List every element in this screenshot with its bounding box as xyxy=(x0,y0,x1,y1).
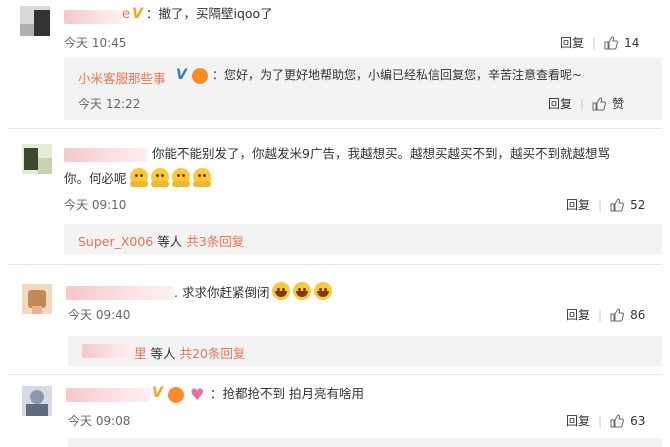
avatar[interactable] xyxy=(22,386,52,416)
comment-4: V ♥ ：抢都抢不到 拍月亮有啥用 今天 09:08 回复 | 63 xyxy=(0,374,670,447)
username-blurred[interactable] xyxy=(64,10,122,24)
comment-text-line-1: 你能不能别发了，你越发米9广告，我越想买。越想买越买不到，越买不到就越想骂 xyxy=(152,146,610,161)
comment-time: 今天 09:10 xyxy=(64,198,127,212)
username-blurred[interactable] xyxy=(64,148,148,162)
reply-button[interactable]: 回复 xyxy=(560,34,584,51)
fan-badge-icon xyxy=(192,68,208,84)
hug-emoji-icon xyxy=(192,168,211,187)
avatar[interactable] xyxy=(22,284,52,314)
comment-3: . 求求你赶紧倒闭 今天 09:40 回复 | 86 里 等人 共20条回复 xyxy=(0,264,670,376)
like-count: 52 xyxy=(630,197,646,212)
like-button[interactable]: 63 xyxy=(610,414,645,428)
more-replies-username-blurred[interactable] xyxy=(82,344,134,358)
verified-v-icon: V xyxy=(176,67,187,83)
like-count: 63 xyxy=(630,413,646,428)
comment-time: 今天 10:45 xyxy=(64,36,127,50)
reply-button[interactable]: 回复 xyxy=(548,95,572,112)
crying-emoji-icon xyxy=(314,282,333,300)
thumbs-up-icon xyxy=(610,413,625,427)
like-button[interactable]: 52 xyxy=(610,198,645,212)
more-replies-mid: 等人 xyxy=(153,234,187,249)
thumbs-up-icon xyxy=(592,96,607,110)
like-count: 14 xyxy=(624,35,640,50)
reply-time: 今天 12:22 xyxy=(78,97,141,111)
verified-v-icon: V xyxy=(152,385,163,401)
thumbs-up-icon xyxy=(610,197,625,211)
reply-button[interactable]: 回复 xyxy=(566,412,590,429)
hug-emoji-icon xyxy=(171,168,190,187)
thumbs-up-icon xyxy=(604,35,619,49)
reply-button[interactable]: 回复 xyxy=(566,196,590,213)
more-replies-mid: 等人 xyxy=(146,346,180,361)
crying-emoji-icon xyxy=(293,282,312,300)
more-replies-username[interactable]: Super_X006 xyxy=(78,234,153,249)
like-button[interactable]: 14 xyxy=(604,36,639,50)
hug-emoji-icon xyxy=(129,168,148,187)
hug-emoji-icon xyxy=(150,168,169,187)
fan-badge-icon xyxy=(168,387,184,403)
more-replies-box[interactable]: Super_X006 等人 共3条回复 xyxy=(64,224,662,254)
comment-text: . 求求你赶紧倒闭 xyxy=(174,282,333,303)
more-replies-box xyxy=(68,438,662,447)
comment-actions: 回复 | 63 xyxy=(566,412,646,429)
like-label: 赞 xyxy=(612,97,625,111)
reply-text: ：您好，为了更好地帮助您，小编已经私信回复您，辛苦注意查看呢~ xyxy=(212,68,583,82)
username-suffix[interactable]: e xyxy=(122,7,130,22)
reply-box: 小米客服那些事 V ：您好，为了更好地帮助您，小编已经私信回复您，辛苦注意查看呢… xyxy=(64,58,662,120)
avatar[interactable] xyxy=(20,6,50,36)
like-button[interactable]: 86 xyxy=(610,308,645,322)
comment-2: 你能不能别发了，你越发米9广告，我越想买。越想买越买不到，越买不到就越想骂 你。… xyxy=(0,128,670,260)
reply-button[interactable]: 回复 xyxy=(566,306,590,323)
more-replies-count[interactable]: 共3条回复 xyxy=(186,234,244,249)
comment-time: 今天 09:08 xyxy=(68,414,131,428)
heart-emoji-icon: ♥ xyxy=(190,385,205,404)
comment-1: e V ：撤了，买隔壁iqoo了 今天 10:45 回复 | 14 小米客服那些… xyxy=(0,0,670,128)
crying-emoji-icon xyxy=(272,282,291,300)
comment-text: ：撤了，买隔壁iqoo了 xyxy=(146,6,273,21)
comment-text-line-2: 你。何必呢 xyxy=(64,168,211,189)
like-count: 86 xyxy=(630,307,646,322)
username-blurred[interactable] xyxy=(66,286,174,300)
like-button[interactable]: 赞 xyxy=(592,95,624,112)
more-replies-count[interactable]: 共20条回复 xyxy=(179,346,245,361)
reply-username[interactable]: 小米客服那些事 xyxy=(78,68,166,87)
reply-actions: 回复 | 赞 xyxy=(548,95,625,112)
more-replies-box[interactable]: 里 等人 共20条回复 xyxy=(68,336,662,366)
comment-actions: 回复 | 86 xyxy=(566,306,646,323)
comment-time: 今天 09:40 xyxy=(68,308,131,322)
thumbs-up-icon xyxy=(610,307,625,321)
comment-text: ：抢都抢不到 拍月亮有啥用 xyxy=(210,386,364,401)
avatar[interactable] xyxy=(22,144,52,174)
username-blurred[interactable] xyxy=(66,388,150,402)
comment-actions: 回复 | 14 xyxy=(560,34,640,51)
verified-v-icon: V xyxy=(132,6,143,22)
more-replies-username-suffix[interactable]: 里 xyxy=(134,346,147,361)
comment-actions: 回复 | 52 xyxy=(566,196,646,213)
